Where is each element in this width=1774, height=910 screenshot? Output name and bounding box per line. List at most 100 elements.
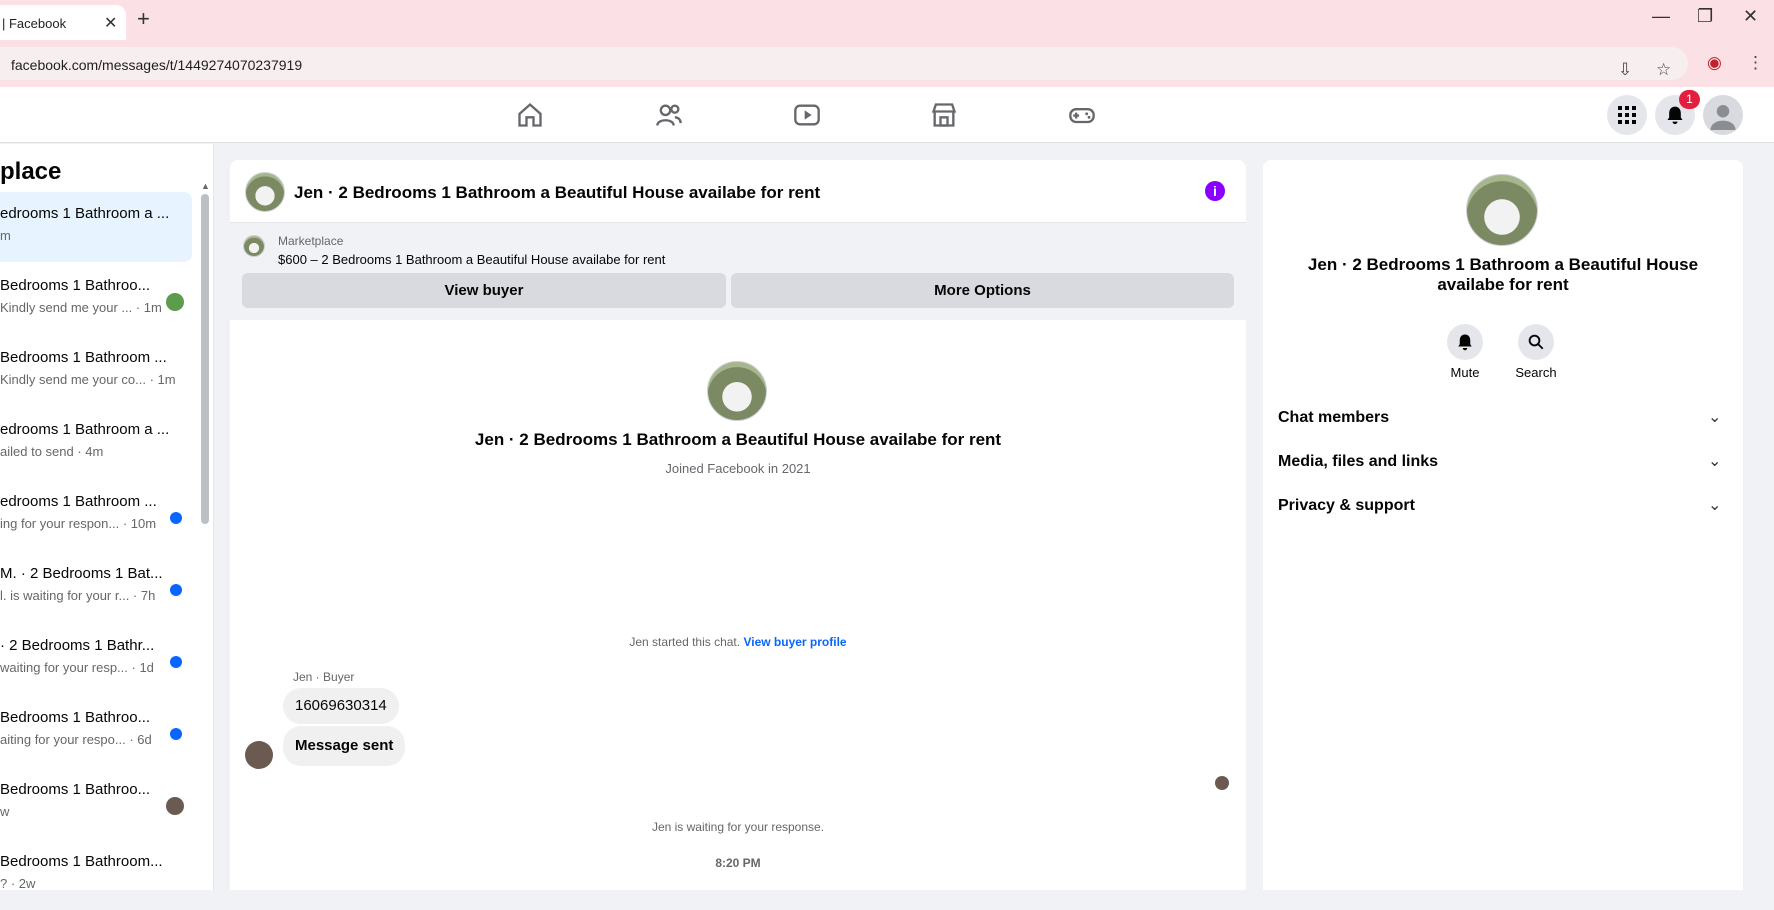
- scrollbar-thumb[interactable]: [201, 194, 209, 524]
- conversation-name: Bedrooms 1 Bathroom...: [0, 853, 163, 870]
- profile-icon[interactable]: ◉: [1707, 53, 1722, 73]
- search-icon: [1528, 334, 1544, 350]
- search-button[interactable]: [1518, 324, 1554, 360]
- conversation-preview: aiting for your respo... · 6d: [0, 732, 152, 747]
- message-bubble[interactable]: 16069630314: [283, 688, 399, 724]
- restore-icon[interactable]: ❐: [1697, 6, 1713, 27]
- section-label: Chat members: [1278, 409, 1390, 426]
- message-bubble[interactable]: Message sent: [283, 726, 406, 766]
- sender-avatar[interactable]: [245, 741, 273, 769]
- conversation-item[interactable]: edrooms 1 Bathroom a ... ailed to send ·…: [0, 408, 192, 478]
- message-timestamp: 8:20 PM: [715, 856, 761, 870]
- chat-panel: Jen · 2 Bedrooms 1 Bathroom a Beautiful …: [230, 160, 1246, 890]
- info-avatar[interactable]: [1466, 174, 1538, 246]
- conversation-item[interactable]: Bedrooms 1 Bathroo... Kindly send me you…: [0, 264, 192, 334]
- more-options-button[interactable]: More Options: [731, 273, 1234, 308]
- conversation-name: Bedrooms 1 Bathroom ...: [0, 349, 167, 366]
- conversation-name: Bedrooms 1 Bathroo...: [0, 781, 151, 798]
- account-avatar[interactable]: [1703, 95, 1743, 135]
- browser-menu-icon[interactable]: ⋮: [1747, 53, 1764, 73]
- address-bar-row: facebook.com/messages/t/1449274070237919…: [0, 40, 1774, 87]
- info-icon[interactable]: i: [1205, 181, 1225, 201]
- chat-header: Jen · 2 Bedrooms 1 Bathroom a Beautiful …: [230, 160, 1246, 223]
- conversation-name: Bedrooms 1 Bathroo...: [0, 277, 151, 294]
- conversation-name: Bedrooms 1 Bathroo...: [0, 709, 151, 726]
- conversation-preview: ? · 2w: [0, 876, 36, 891]
- chevron-down-icon: ⌄: [1708, 409, 1722, 426]
- bookmark-star-icon[interactable]: ☆: [1656, 60, 1671, 80]
- chat-started-text: Jen started this chat.: [629, 635, 741, 649]
- info-name: Jen · 2 Bedrooms 1 Bathroom a Beautiful …: [1307, 255, 1699, 294]
- menu-grid-icon[interactable]: [1607, 95, 1647, 135]
- scroll-up-icon[interactable]: ▲: [201, 181, 210, 191]
- conversation-preview: Kindly send me your co... · 1m: [0, 372, 176, 387]
- section-privacy-support[interactable]: Privacy & support ⌄: [1278, 491, 1728, 521]
- conversation-item[interactable]: edrooms 1 Bathroom a ... m: [0, 192, 192, 262]
- conversation-preview: waiting for your resp... · 1d: [0, 660, 154, 675]
- conversation-name: edrooms 1 Bathroom a ...: [0, 421, 170, 438]
- conversation-preview: ing for your respon... · 10m: [0, 516, 157, 531]
- tab-close-icon[interactable]: ✕: [104, 13, 117, 33]
- profile-name: Jen · 2 Bedrooms 1 Bathroom a Beautiful …: [474, 430, 1002, 449]
- watch-icon[interactable]: [793, 101, 821, 129]
- conversation-item[interactable]: Bedrooms 1 Bathroom ... Kindly send me y…: [0, 336, 192, 406]
- section-label: Media, files and links: [1278, 453, 1439, 470]
- section-chat-members[interactable]: Chat members ⌄: [1278, 403, 1728, 433]
- listing-thumbnail: [243, 235, 265, 257]
- bell-icon: [1458, 334, 1472, 351]
- conversation-preview: l. is waiting for your r... · 7h: [0, 588, 156, 603]
- read-receipt-avatar: [166, 797, 184, 815]
- section-label: Privacy & support: [1278, 497, 1415, 514]
- unread-dot: [170, 728, 182, 740]
- read-receipt-avatar: [166, 293, 184, 311]
- friends-icon[interactable]: [655, 101, 683, 129]
- gaming-icon[interactable]: [1068, 101, 1096, 129]
- conversation-item[interactable]: Bedrooms 1 Bathroo... aiting for your re…: [0, 696, 192, 766]
- minimize-icon[interactable]: —: [1652, 6, 1670, 27]
- unread-dot: [170, 584, 182, 596]
- conversation-name: · 2 Bedrooms 1 Bathr...: [0, 637, 155, 654]
- chevron-down-icon: ⌄: [1708, 497, 1722, 514]
- conversation-item[interactable]: M. · 2 Bedrooms 1 Bat... l. is waiting f…: [0, 552, 192, 622]
- search-label: Search: [1515, 365, 1557, 380]
- close-window-icon[interactable]: ✕: [1743, 6, 1758, 27]
- browser-tab[interactable]: | Facebook ✕: [0, 5, 126, 40]
- view-buyer-profile-link[interactable]: View buyer profile: [743, 635, 846, 649]
- view-buyer-button[interactable]: View buyer: [242, 273, 726, 308]
- new-tab-button[interactable]: +: [137, 6, 150, 32]
- section-media-files-links[interactable]: Media, files and links ⌄: [1278, 447, 1728, 477]
- marketplace-banner: Marketplace $600 – 2 Bedrooms 1 Bathroom…: [230, 223, 1246, 320]
- browser-tab-strip: | Facebook ✕ + — ❐ ✕: [0, 0, 1774, 40]
- conversation-name: edrooms 1 Bathroom ...: [0, 493, 157, 510]
- profile-joined-text: Joined Facebook in 2021: [665, 461, 811, 476]
- seen-receipt-avatar: [1215, 776, 1229, 790]
- tab-title: | Facebook: [2, 16, 67, 31]
- install-app-icon[interactable]: ⇩: [1618, 60, 1632, 80]
- chat-started-notice: Jen started this chat. View buyer profil…: [230, 635, 1246, 649]
- mute-label: Mute: [1450, 365, 1480, 380]
- address-bar[interactable]: facebook.com/messages/t/1449274070237919…: [0, 47, 1688, 80]
- home-icon[interactable]: [516, 101, 544, 129]
- conversation-item[interactable]: Bedrooms 1 Bathroo... w: [0, 768, 192, 838]
- conversation-preview: Kindly send me your ... · 1m: [0, 300, 162, 315]
- sender-label: Jen · Buyer: [293, 670, 355, 684]
- profile-avatar[interactable]: [707, 361, 767, 421]
- facebook-top-nav: [0, 87, 1774, 143]
- conversation-item[interactable]: · 2 Bedrooms 1 Bathr... waiting for your…: [0, 624, 192, 694]
- conversation-name: M. · 2 Bedrooms 1 Bat...: [0, 565, 163, 582]
- unread-dot: [170, 512, 182, 524]
- waiting-notice: Jen is waiting for your response.: [651, 820, 825, 834]
- url-text: facebook.com/messages/t/1449274070237919: [11, 57, 303, 73]
- chat-info-panel: Jen · 2 Bedrooms 1 Bathroom a Beautiful …: [1263, 160, 1743, 890]
- marketplace-label: Marketplace: [278, 234, 344, 248]
- chat-title[interactable]: Jen · 2 Bedrooms 1 Bathroom a Beautiful …: [294, 183, 820, 203]
- listing-title[interactable]: $600 – 2 Bedrooms 1 Bathroom a Beautiful…: [278, 252, 665, 267]
- conversation-item[interactable]: edrooms 1 Bathroom ... ing for your resp…: [0, 480, 192, 550]
- mute-button[interactable]: [1447, 324, 1483, 360]
- marketplace-icon[interactable]: [930, 101, 958, 129]
- conversation-preview: ailed to send · 4m: [0, 444, 104, 459]
- conversation-item[interactable]: Bedrooms 1 Bathroom... ? · 2w: [0, 840, 192, 910]
- chevron-down-icon: ⌄: [1708, 453, 1722, 470]
- conversation-preview: w: [0, 804, 10, 819]
- chat-avatar[interactable]: [245, 172, 285, 212]
